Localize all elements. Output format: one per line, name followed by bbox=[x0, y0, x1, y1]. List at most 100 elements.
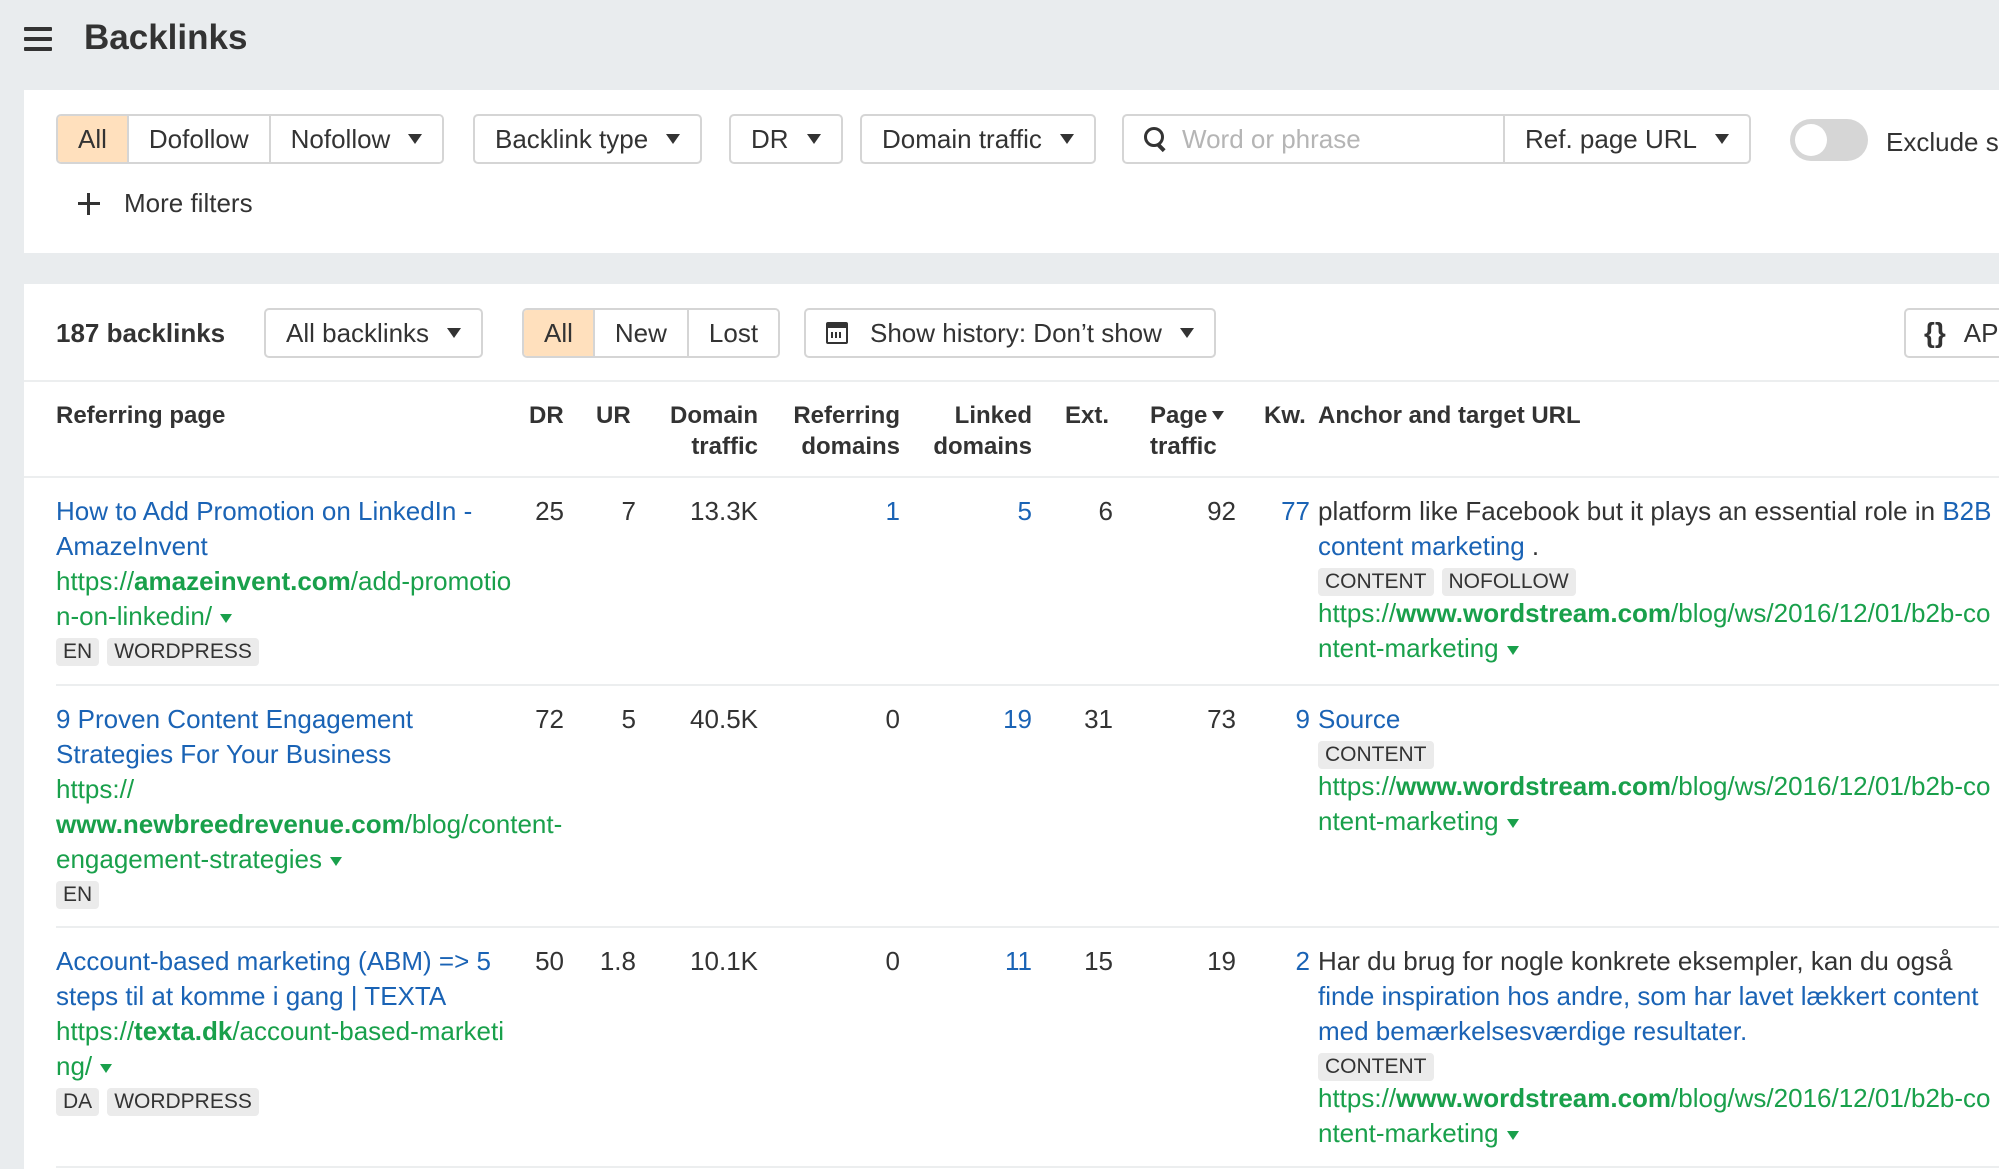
history-all-tab[interactable]: All bbox=[524, 310, 595, 356]
follow-all-tab[interactable]: All bbox=[58, 116, 129, 162]
referring-page-cell: How to Add Promotion on LinkedIn - Amaze… bbox=[56, 494, 516, 666]
more-filters-button[interactable]: More filters bbox=[78, 188, 253, 219]
filter-panel: All Dofollow Nofollow Backlink type DR D… bbox=[24, 90, 1999, 253]
referring-page-title-link[interactable]: 9 Proven Content Engagement Strategies F… bbox=[56, 702, 516, 772]
page-title: Backlinks bbox=[84, 18, 248, 57]
more-filters-label: More filters bbox=[124, 188, 253, 218]
url-domain: www.wordstream.com bbox=[1396, 771, 1672, 801]
api-button[interactable]: {} AP bbox=[1904, 308, 1999, 358]
history-new-tab[interactable]: New bbox=[594, 310, 689, 356]
nofollow-tag: NOFOLLOW bbox=[1441, 568, 1576, 596]
dr-dropdown[interactable]: DR bbox=[729, 114, 843, 164]
referring-domains-value: 0 bbox=[885, 946, 900, 976]
ext-value: 31 bbox=[1084, 704, 1113, 734]
column-header-ext[interactable]: Ext. bbox=[1065, 400, 1109, 431]
language-tag: DA bbox=[56, 1088, 100, 1116]
column-header-line: domains bbox=[801, 433, 900, 460]
referring-domains-value: 0 bbox=[885, 704, 900, 734]
anchor-link[interactable]: Source bbox=[1318, 704, 1400, 734]
column-header-line: traffic bbox=[1150, 433, 1217, 460]
row-divider bbox=[56, 926, 1999, 928]
nofollow-dropdown[interactable]: Nofollow bbox=[270, 116, 443, 162]
referring-page-url-link[interactable]: https://amazeinvent.com/add-promotion-on… bbox=[56, 564, 516, 634]
chevron-down-icon[interactable] bbox=[1506, 645, 1519, 655]
history-segment: All New Lost bbox=[522, 308, 781, 358]
exclude-toggle[interactable] bbox=[1790, 119, 1868, 161]
search-input[interactable] bbox=[1182, 123, 1482, 155]
url-prefix: https:// bbox=[1318, 771, 1397, 801]
dr-value: 72 bbox=[535, 704, 564, 734]
referring-page-url-link[interactable]: https://www.newbreedrevenue.com/blog/con… bbox=[56, 772, 562, 877]
dr-label: DR bbox=[751, 123, 789, 154]
page-tags: EN WORDPRESS bbox=[56, 638, 516, 666]
column-header-line: Referring bbox=[793, 402, 900, 429]
ext-value: 6 bbox=[1098, 496, 1113, 526]
url-prefix: https:// bbox=[56, 774, 135, 804]
column-header-page-traffic[interactable]: Page traffic bbox=[1150, 400, 1260, 462]
keywords-link[interactable]: 77 bbox=[1246, 494, 1310, 529]
keywords-link[interactable]: 9 bbox=[1246, 702, 1310, 737]
chevron-down-icon[interactable] bbox=[220, 613, 233, 623]
search-field bbox=[1122, 114, 1505, 164]
anchor-link[interactable]: finde inspiration hos andre, som har lav… bbox=[1318, 981, 1978, 1046]
chevron-down-icon bbox=[1059, 134, 1074, 144]
linked-domains-link[interactable]: 19 bbox=[920, 702, 1032, 737]
all-backlinks-dropdown[interactable]: All backlinks bbox=[264, 308, 484, 358]
column-header-domain-traffic[interactable]: Domain traffic bbox=[664, 400, 758, 462]
referring-page-title-link[interactable]: Account-based marketing (ABM) => 5 steps… bbox=[56, 944, 516, 1014]
keywords-link[interactable]: 2 bbox=[1246, 944, 1310, 979]
link-type-tag: CONTENT bbox=[1318, 1053, 1434, 1081]
chevron-down-icon[interactable] bbox=[100, 1063, 113, 1073]
url-prefix: https:// bbox=[56, 566, 135, 596]
backlink-type-dropdown[interactable]: Backlink type bbox=[473, 114, 703, 164]
plus-icon bbox=[78, 192, 100, 215]
anchor-context: . bbox=[1524, 531, 1540, 561]
link-type-tag: CONTENT bbox=[1318, 568, 1434, 596]
dofollow-tab[interactable]: Dofollow bbox=[128, 116, 271, 162]
column-header-kw[interactable]: Kw. bbox=[1264, 400, 1306, 431]
chevron-down-icon[interactable] bbox=[1506, 818, 1519, 828]
linked-domains-link[interactable]: 11 bbox=[920, 944, 1032, 979]
chevron-down-icon bbox=[1179, 328, 1194, 338]
chevron-down-icon[interactable] bbox=[329, 856, 342, 866]
search-icon bbox=[1144, 127, 1168, 151]
linked-domains-link[interactable]: 5 bbox=[920, 494, 1032, 529]
referring-domains-link[interactable]: 1 bbox=[786, 494, 900, 529]
search-scope-dropdown[interactable]: Ref. page URL bbox=[1503, 114, 1751, 164]
language-tag: EN bbox=[56, 881, 100, 909]
domain-traffic-value: 10.1K bbox=[690, 946, 758, 976]
target-url-link[interactable]: https://www.wordstream.com/blog/ws/2016/… bbox=[1318, 769, 1998, 839]
domain-traffic-dropdown[interactable]: Domain traffic bbox=[860, 114, 1096, 164]
url-domain: amazeinvent.com bbox=[134, 566, 351, 596]
history-lost-tab[interactable]: Lost bbox=[688, 310, 779, 356]
url-prefix: https:// bbox=[1318, 598, 1397, 628]
chevron-down-icon bbox=[1714, 134, 1729, 144]
column-header-ur[interactable]: UR bbox=[596, 400, 631, 431]
divider bbox=[24, 476, 1999, 478]
dr-value: 50 bbox=[535, 946, 564, 976]
show-history-dropdown[interactable]: Show history: Don’t show bbox=[804, 308, 1216, 358]
column-header-anchor[interactable]: Anchor and target URL bbox=[1318, 400, 1581, 431]
referring-page-title-link[interactable]: How to Add Promotion on LinkedIn - Amaze… bbox=[56, 494, 516, 564]
code-braces-icon: {} bbox=[1924, 317, 1946, 348]
anchor-cell: Source CONTENT https://www.wordstream.co… bbox=[1318, 702, 1998, 839]
column-header-referring-domains[interactable]: Referring domains bbox=[786, 400, 900, 462]
ext-value: 15 bbox=[1084, 946, 1113, 976]
target-url-link[interactable]: https://www.wordstream.com/blog/ws/2016/… bbox=[1318, 1081, 1998, 1151]
chevron-down-icon bbox=[806, 134, 821, 144]
exclude-toggle-label: Exclude s bbox=[1886, 127, 1999, 157]
show-history-label: Show history: Don’t show bbox=[870, 317, 1162, 348]
column-header-dr[interactable]: DR bbox=[529, 400, 564, 431]
link-type-tag: CONTENT bbox=[1318, 741, 1434, 769]
hamburger-menu-icon[interactable] bbox=[24, 27, 52, 51]
ur-value: 7 bbox=[621, 496, 636, 526]
column-header-linked-domains[interactable]: Linked domains bbox=[920, 400, 1032, 462]
chevron-down-icon[interactable] bbox=[1506, 1130, 1519, 1140]
column-header-line: traffic bbox=[691, 433, 758, 460]
target-url-link[interactable]: https://www.wordstream.com/blog/ws/2016/… bbox=[1318, 596, 1998, 666]
all-backlinks-label: All backlinks bbox=[286, 317, 430, 348]
referring-page-cell: Account-based marketing (ABM) => 5 steps… bbox=[56, 944, 516, 1116]
referring-page-url-link[interactable]: https://texta.dk/account-based-marketing… bbox=[56, 1014, 516, 1084]
api-label: AP bbox=[1963, 317, 1999, 348]
column-header-referring-page[interactable]: Referring page bbox=[56, 400, 225, 431]
